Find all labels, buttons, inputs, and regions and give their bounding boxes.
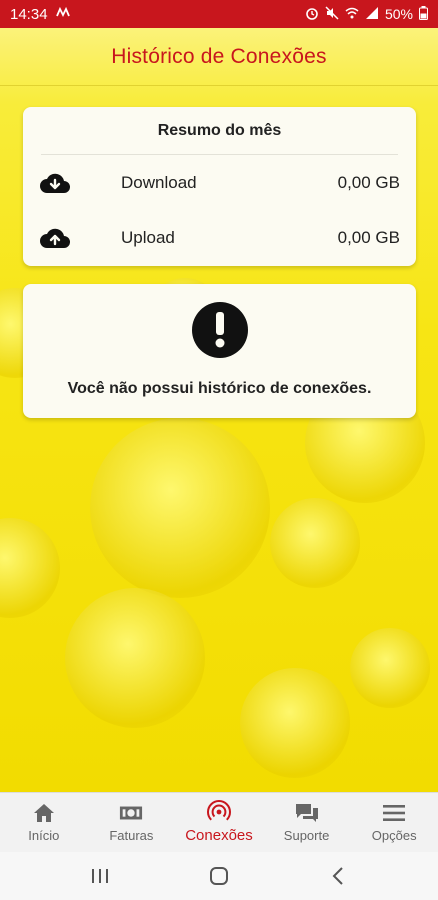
chat-icon <box>295 802 319 824</box>
download-row: Download 0,00 GB <box>23 155 416 210</box>
download-label: Download <box>121 172 197 192</box>
home-button-icon[interactable] <box>194 861 244 891</box>
download-value: 0,00 GB <box>337 172 400 192</box>
empty-history-card: Você não possui histórico de conexões. <box>23 284 416 418</box>
cloud-upload-icon <box>39 225 73 251</box>
nav-label-faturas: Faturas <box>109 828 154 843</box>
nav-label-opcoes: Opções <box>371 828 417 843</box>
summary-title: Resumo do mês <box>41 107 398 155</box>
notification-icon <box>55 5 70 23</box>
cloud-download-icon <box>39 170 73 196</box>
nav-label-conexoes: Conexões <box>185 827 253 844</box>
upload-label: Upload <box>121 227 175 247</box>
app-header: Histórico de Conexões <box>0 28 438 86</box>
monthly-summary-card: Resumo do mês Download 0,00 GB Upload 0,… <box>23 107 416 266</box>
empty-history-message: Você não possui histórico de conexões. <box>67 380 372 397</box>
back-icon[interactable] <box>313 861 363 891</box>
upload-row: Upload 0,00 GB <box>23 210 416 265</box>
status-bar: 14:34 50% <box>0 0 438 28</box>
connections-icon <box>206 800 231 823</box>
nav-item-suporte[interactable]: Suporte <box>263 793 351 852</box>
alarm-icon <box>305 6 319 23</box>
battery-text: 50% <box>384 6 413 22</box>
upload-value: 0,00 GB <box>337 227 400 247</box>
bottom-navigation: Início Faturas Conexões Suporte Opções <box>0 792 438 852</box>
nav-item-inicio[interactable]: Início <box>0 793 88 852</box>
battery-icon <box>419 5 428 23</box>
page-title: Histórico de Conexões <box>111 44 327 68</box>
home-icon <box>32 802 56 824</box>
money-icon <box>119 802 143 824</box>
status-time: 14:34 <box>10 5 48 23</box>
nav-item-opcoes[interactable]: Opções <box>350 793 438 852</box>
nav-item-faturas[interactable]: Faturas <box>88 793 176 852</box>
signal-icon <box>365 6 379 23</box>
wifi-icon <box>345 6 359 23</box>
recent-apps-icon[interactable] <box>75 861 125 891</box>
nav-label-suporte: Suporte <box>283 828 330 843</box>
mute-icon <box>325 5 339 23</box>
nav-item-conexoes[interactable]: Conexões <box>175 793 263 852</box>
system-navigation-bar <box>0 852 438 900</box>
nav-label-inicio: Início <box>28 828 60 843</box>
menu-icon <box>382 802 406 824</box>
exclamation-icon <box>191 302 248 358</box>
